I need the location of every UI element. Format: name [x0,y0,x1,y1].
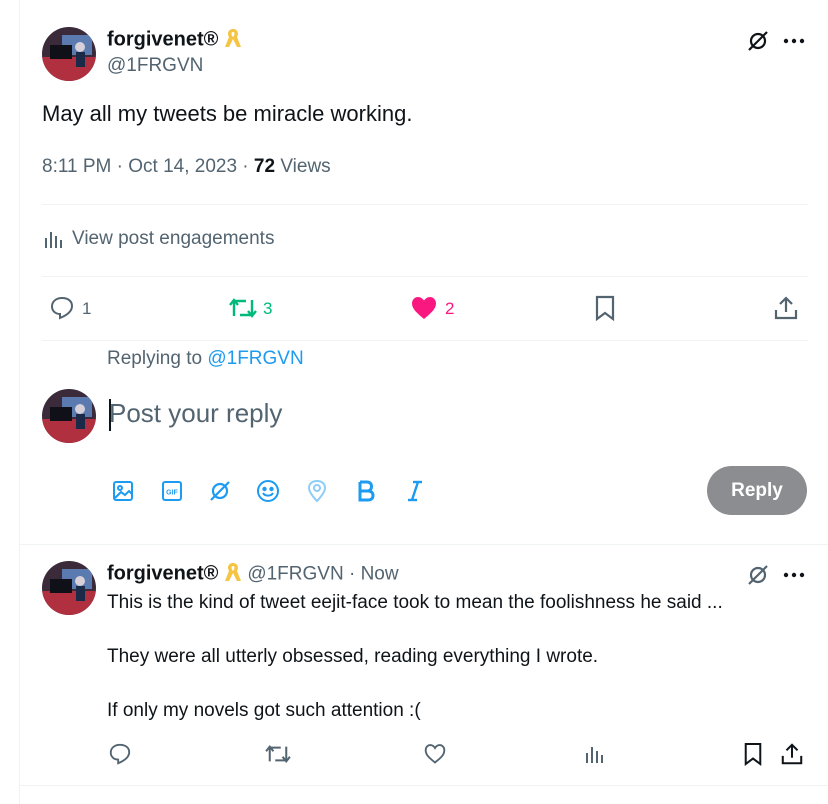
tweet-time[interactable]: 8:11 PM · Oct 14, 2023 · [42,156,254,177]
location-icon[interactable] [304,478,330,504]
retweet-icon[interactable] [263,741,293,767]
replying-prefix: Replying to [107,348,208,369]
tweet-meta: 8:11 PM · Oct 14, 2023 · 72 Views [42,156,331,178]
view-engagements-label: View post engagements [72,228,275,249]
retweet-icon[interactable] [228,294,258,322]
divider [42,204,808,205]
author-row: forgivenet® [107,27,243,56]
reply-input[interactable]: Post your reply [109,398,282,429]
heart-icon[interactable] [409,294,439,322]
timeline-border [19,0,20,804]
more-icon[interactable] [780,27,808,55]
gif-icon[interactable]: GIF [159,478,185,504]
tweet-text: May all my tweets be miracle working. [42,101,413,126]
avatar[interactable] [42,27,96,81]
like-count: 2 [445,299,455,318]
replying-handle[interactable]: @1FRGVN [207,348,303,369]
svg-text:GIF: GIF [166,490,178,497]
chain-icon[interactable] [207,478,233,504]
reply-text-line: This is the kind of tweet eejit-face too… [107,592,723,613]
author-name[interactable]: forgivenet® [107,29,218,51]
author-name[interactable]: forgivenet® [107,563,218,585]
divider [19,544,828,545]
heart-icon[interactable] [422,741,448,767]
bookmark-icon[interactable] [591,294,619,322]
reply-button[interactable]: Reply [707,466,807,515]
ribbon-icon [223,27,243,56]
reply-icon[interactable] [107,741,133,767]
divider [19,785,828,786]
share-icon[interactable] [772,294,800,322]
replying-to: Replying to @1FRGVN [107,348,304,370]
bold-icon[interactable] [353,478,379,504]
share-icon[interactable] [779,741,805,767]
reply-count: 1 [82,299,92,318]
reply-meta[interactable]: @1FRGVN · Now [247,564,398,585]
chain-icon[interactable] [744,27,772,55]
reply-icon[interactable] [48,294,76,322]
views-label: Views [275,156,331,177]
divider [42,276,808,277]
divider [42,340,808,341]
emoji-icon[interactable] [255,478,281,504]
avatar[interactable] [42,389,96,443]
ribbon-icon [223,561,243,590]
italic-icon[interactable] [402,478,428,504]
retweet-count: 3 [263,299,273,318]
more-icon[interactable] [780,561,808,589]
reply-text-line: They were all utterly obsessed, reading … [107,646,599,667]
author-handle[interactable]: @1FRGVN [107,55,203,77]
analytics-icon [42,228,64,250]
avatar[interactable] [42,561,96,615]
chain-icon[interactable] [744,561,772,589]
analytics-icon[interactable] [581,741,607,767]
views-count: 72 [253,156,276,177]
bookmark-icon[interactable] [740,741,766,767]
view-engagements-link[interactable]: View post engagements [42,228,274,250]
reply-text-line: If only my novels got such attention :( [107,700,421,721]
image-icon[interactable] [110,478,136,504]
reply-author-row: forgivenet® @1FRGVN · Now [107,561,399,590]
